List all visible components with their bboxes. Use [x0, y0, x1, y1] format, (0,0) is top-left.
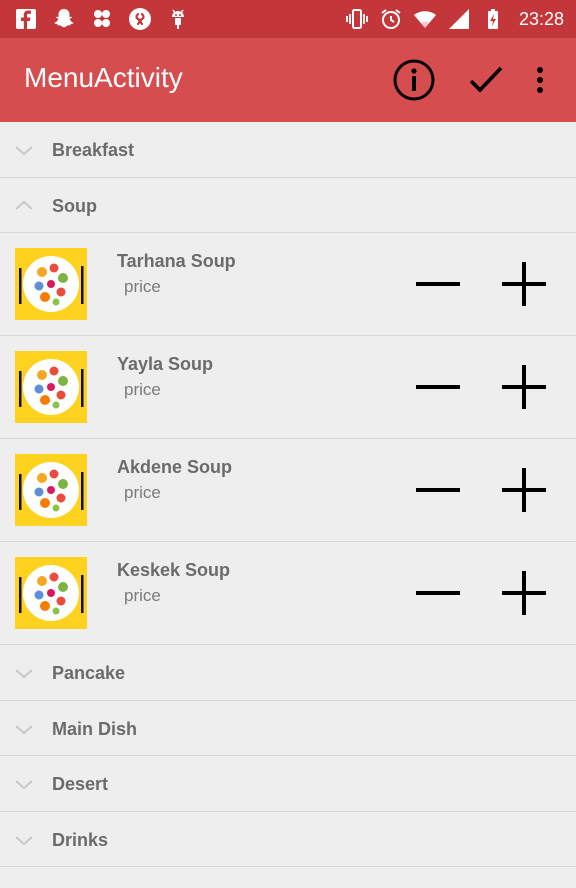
alarm-icon	[381, 9, 401, 29]
app-bar: MenuActivity	[0, 38, 576, 122]
vibrate-icon	[346, 9, 368, 29]
clock: 23:28	[518, 8, 564, 29]
notification-icons	[14, 6, 190, 32]
minus-icon	[416, 488, 460, 492]
food-plate-image	[15, 557, 87, 629]
minus-icon	[416, 385, 460, 389]
minus-icon	[416, 282, 460, 286]
menu-item-row: Tarhana Soup price	[0, 233, 576, 336]
increase-quantity-button[interactable]	[500, 570, 548, 616]
menu-item-row: Keskek Soup price	[0, 542, 576, 645]
plus-icon	[502, 365, 546, 409]
menu-item-row: Akdene Soup price	[0, 439, 576, 542]
increase-quantity-button[interactable]	[500, 364, 548, 410]
category-label: Breakfast	[52, 140, 135, 160]
decrease-quantity-button[interactable]	[414, 467, 462, 513]
confirm-button[interactable]	[462, 56, 510, 104]
increase-quantity-button[interactable]	[500, 261, 548, 307]
category-label: Pancake	[52, 663, 126, 683]
checkmark-icon	[469, 66, 503, 93]
chevron-down-icon	[15, 780, 33, 790]
app-title: MenuActivity	[24, 62, 183, 93]
minus-icon	[416, 591, 460, 595]
category-desert[interactable]: Desert	[0, 756, 576, 812]
category-soup[interactable]: Soup	[0, 178, 576, 233]
menu-item-row: Yayla Soup price	[0, 336, 576, 439]
item-price: price	[124, 380, 161, 399]
category-main-dish[interactable]: Main Dish	[0, 701, 576, 756]
overflow-menu-icon	[537, 67, 543, 93]
android-debug-icon	[172, 9, 184, 29]
category-pancake[interactable]: Pancake	[0, 645, 576, 701]
wifi-icon	[413, 11, 436, 28]
item-price: price	[124, 586, 161, 605]
shazam-icon	[129, 8, 151, 30]
info-icon	[393, 59, 435, 101]
food-plate-image	[15, 454, 87, 526]
decrease-quantity-button[interactable]	[414, 364, 462, 410]
category-breakfast[interactable]: Breakfast	[0, 122, 576, 178]
chevron-up-icon	[15, 200, 33, 210]
plus-icon	[502, 468, 546, 512]
pinwheel-icon	[94, 10, 110, 27]
item-name: Keskek Soup	[117, 560, 231, 580]
item-price: price	[124, 483, 161, 502]
increase-quantity-button[interactable]	[500, 467, 548, 513]
info-button[interactable]	[390, 56, 438, 104]
item-price: price	[124, 277, 161, 296]
chevron-down-icon	[15, 724, 33, 734]
status-bar: 23:28	[0, 0, 576, 38]
item-name: Yayla Soup	[117, 354, 214, 374]
item-name: Akdene Soup	[117, 457, 233, 477]
battery-charging-icon	[487, 9, 498, 29]
facebook-icon	[16, 9, 36, 29]
food-plate-image	[15, 248, 87, 320]
chevron-down-icon	[15, 669, 33, 679]
menu-category-list: Breakfast Soup Tarhana Soup price Yayla …	[0, 122, 576, 867]
chevron-down-icon	[15, 146, 33, 156]
category-label: Soup	[52, 195, 97, 216]
plus-icon	[502, 262, 546, 306]
category-label: Drinks	[52, 829, 109, 850]
category-drinks[interactable]: Drinks	[0, 812, 576, 867]
signal-icon	[448, 9, 469, 29]
overflow-menu-button[interactable]	[516, 56, 564, 104]
item-name: Tarhana Soup	[117, 251, 236, 271]
snapchat-icon	[54, 9, 74, 28]
chevron-down-icon	[15, 835, 33, 845]
category-label: Desert	[52, 774, 109, 794]
decrease-quantity-button[interactable]	[414, 261, 462, 307]
food-plate-image	[15, 351, 87, 423]
system-icons: 23:28	[345, 6, 564, 32]
decrease-quantity-button[interactable]	[414, 570, 462, 616]
category-label: Main Dish	[52, 718, 138, 739]
plus-icon	[502, 571, 546, 615]
